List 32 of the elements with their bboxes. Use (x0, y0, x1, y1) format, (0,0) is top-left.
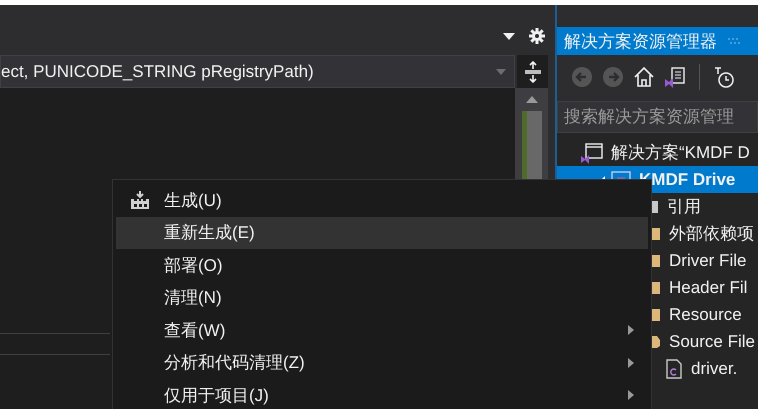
menu-item[interactable]: 仅用于项目(J) (116, 379, 648, 409)
history-icon[interactable] (713, 66, 735, 88)
c-file-icon (665, 358, 683, 378)
solution-icon (581, 142, 603, 164)
submenu-arrow-icon (628, 325, 634, 336)
panel-title: 解决方案资源管理器 (564, 30, 717, 52)
menu-item[interactable]: 部署(O) (116, 249, 648, 282)
scroll-up-icon[interactable] (526, 96, 538, 103)
home-icon[interactable] (633, 66, 655, 88)
settings-icon[interactable] (529, 28, 545, 44)
grip-icon[interactable] (727, 37, 741, 45)
tree-item-label: 解决方案“KMDF D (611, 142, 750, 164)
menu-item[interactable]: 清理(N) (116, 282, 648, 314)
split-icon (524, 60, 542, 82)
submenu-arrow-icon (628, 358, 634, 368)
tree-item-label: Header Fil (669, 278, 748, 298)
dropdown-icon[interactable] (503, 32, 515, 40)
tree-item-label: Driver File (669, 250, 746, 270)
navigation-dropdown[interactable]: ect, PUNICODE_STRING pRegistryPath) (0, 55, 515, 88)
tree-item[interactable]: 解决方案“KMDF D (557, 139, 758, 166)
menu-item[interactable]: 重新生成(E) (116, 216, 648, 249)
search-field[interactable]: 搜索解决方案资源管理 (557, 101, 758, 133)
tree-item-label: driver. (691, 358, 738, 378)
split-window-button[interactable] (517, 55, 548, 88)
switch-views-icon[interactable] (664, 66, 686, 88)
tree-item-label: Resource (669, 304, 742, 324)
tree-item-label: 外部依赖项 (669, 223, 754, 245)
menu-item[interactable]: 查看(W) (116, 314, 648, 346)
submenu-arrow-icon (628, 390, 634, 400)
tree-item-label: Source File (669, 332, 755, 352)
build-icon (130, 191, 150, 210)
tree-item-label: 引用 (667, 196, 701, 218)
